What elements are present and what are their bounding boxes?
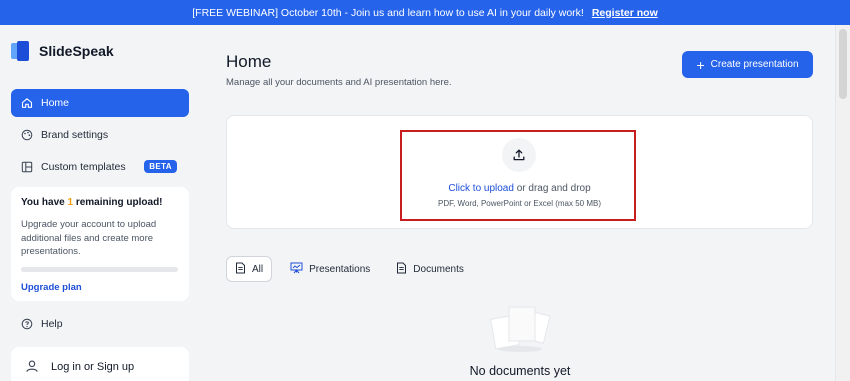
main-content: Home Manage all your documents and AI pr…	[200, 25, 835, 381]
tab-label: All	[252, 263, 264, 275]
brand[interactable]: SlideSpeak	[11, 41, 114, 61]
document-icon	[396, 262, 407, 277]
sidebar-item-label: Custom templates	[41, 161, 126, 173]
promo-banner: [FREE WEBINAR] October 10th - Join us an…	[0, 0, 850, 25]
login-signup-button[interactable]: Log in or Sign up	[11, 347, 189, 381]
banner-text: [FREE WEBINAR] October 10th - Join us an…	[192, 6, 584, 19]
login-label: Log in or Sign up	[51, 361, 135, 373]
click-to-upload-link[interactable]: Click to upload	[448, 183, 514, 194]
presentation-icon	[290, 262, 303, 277]
page-scrollbar[interactable]	[835, 25, 850, 381]
slidespeak-logo	[11, 41, 31, 61]
upload-limit-description: Upgrade your account to upload additiona…	[21, 219, 157, 257]
document-filter-tabs: All Presentations Documents	[226, 256, 472, 282]
home-icon	[21, 97, 33, 109]
tab-label: Documents	[413, 263, 464, 275]
page-subtitle: Manage all your documents and AI present…	[226, 77, 452, 88]
sidebar-item-help[interactable]: Help	[11, 310, 189, 338]
tab-label: Presentations	[309, 263, 371, 275]
register-link[interactable]: Register now	[592, 7, 658, 19]
help-icon	[21, 318, 33, 330]
sidebar-item-custom-templates[interactable]: Custom templates BETA	[11, 153, 189, 181]
upload-limit-title: You have 1 remaining upload!	[21, 197, 163, 208]
user-icon	[25, 359, 39, 376]
upload-instruction: Click to upload or drag and drop	[448, 183, 591, 194]
brand-name: SlideSpeak	[39, 43, 114, 59]
tab-documents[interactable]: Documents	[388, 256, 472, 282]
tab-all[interactable]: All	[226, 256, 273, 282]
document-icon	[235, 262, 246, 277]
create-presentation-label: Create presentation	[710, 59, 799, 70]
plus-icon: +	[696, 56, 705, 73]
beta-badge: BETA	[144, 160, 177, 173]
sidebar-item-brand-settings[interactable]: Brand settings	[11, 121, 189, 149]
sidebar-item-label: Help	[41, 318, 63, 330]
empty-state-message: No documents yet	[469, 364, 571, 378]
upload-icon	[502, 138, 536, 172]
sidebar-item-label: Home	[41, 97, 70, 109]
page-title: Home	[226, 52, 272, 71]
sidebar-item-label: Brand settings	[41, 129, 109, 141]
tab-presentations[interactable]: Presentations	[282, 256, 378, 282]
scrollbar-thumb[interactable]	[839, 29, 847, 99]
upload-file-types: PDF, Word, PowerPoint or Excel (max 50 M…	[437, 199, 601, 208]
sidebar: SlideSpeak Home Brand settings Custom te…	[0, 25, 200, 381]
sidebar-item-home[interactable]: Home	[11, 89, 189, 117]
upload-limit-card: You have 1 remaining upload! Upgrade you…	[11, 187, 189, 301]
upgrade-plan-link[interactable]: Upgrade plan	[21, 282, 179, 293]
create-presentation-button[interactable]: + Create presentation	[682, 51, 813, 78]
palette-icon	[21, 129, 33, 141]
empty-state-illustration	[485, 303, 555, 353]
upload-dropzone[interactable]: Click to upload or drag and drop PDF, Wo…	[226, 115, 813, 229]
template-icon	[21, 161, 33, 173]
upload-usage-bar	[21, 266, 178, 272]
